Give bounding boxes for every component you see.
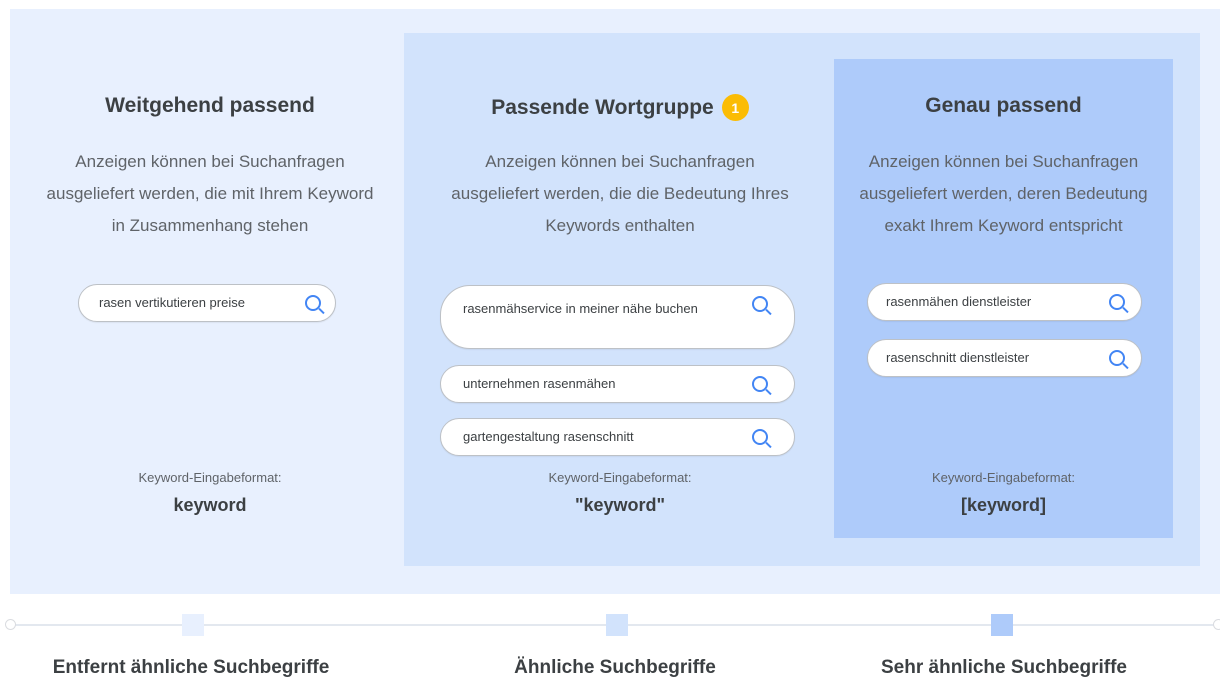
scale-label-similar: Ähnliche Suchbegriffe <box>514 657 716 678</box>
search-query-text: rasenmähen dienstleister <box>886 294 1032 309</box>
phrase-match-column: Passende Wortgruppe 1 Anzeigen können be… <box>440 0 800 560</box>
search-query-box: rasenmähservice in meiner nähe buchen <box>440 285 795 349</box>
search-query-box: rasenschnitt dienstleister <box>867 339 1142 377</box>
format-label: Keyword-Eingabeformat: <box>548 470 692 485</box>
search-icon <box>752 429 768 445</box>
search-icon <box>305 295 321 311</box>
search-query-box: unternehmen rasenmähen <box>440 365 795 403</box>
broad-match-marker <box>182 614 204 636</box>
search-query-text: rasen vertikutieren preise <box>99 295 245 310</box>
format-value: "keyword" <box>574 495 666 515</box>
format-value: [keyword] <box>960 495 1047 515</box>
exact-match-title: Genau passend <box>834 94 1173 118</box>
scale-end-dot <box>1213 619 1220 630</box>
search-icon <box>752 376 768 392</box>
broad-match-title: Weitgehend passend <box>40 94 380 118</box>
info-badge[interactable]: 1 <box>721 94 749 121</box>
search-query-text: unternehmen rasenmähen <box>463 376 616 391</box>
exact-match-column: Genau passend Anzeigen können bei Suchan… <box>834 0 1173 560</box>
search-query-box: rasenmähen dienstleister <box>867 283 1142 321</box>
phrase-match-title-text: Passende Wortgruppe <box>491 95 714 119</box>
search-icon <box>1109 294 1125 310</box>
search-query-text: rasenschnitt dienstleister <box>886 350 1030 365</box>
broad-match-column: Weitgehend passend Anzeigen können bei S… <box>40 0 380 560</box>
broad-match-title-text: Weitgehend passend <box>105 94 315 117</box>
exact-match-title-text: Genau passend <box>925 94 1082 117</box>
search-icon <box>1109 350 1125 366</box>
search-query-box: gartengestaltung rasenschnitt <box>440 418 795 456</box>
phrase-match-marker <box>606 614 628 636</box>
broad-match-description: Anzeigen können bei Suchanfragen ausgeli… <box>46 152 374 235</box>
search-icon <box>752 296 768 312</box>
format-label: Keyword-Eingabeformat: <box>931 470 1076 485</box>
match-types-diagram: Weitgehend passend Anzeigen können bei S… <box>0 0 1220 681</box>
phrase-match-description: Anzeigen können bei Suchanfragen ausgeli… <box>451 152 789 235</box>
scale-start-dot <box>5 619 16 630</box>
exact-match-description: Anzeigen können bei Suchanfragen ausgeli… <box>859 152 1148 235</box>
search-query-text: rasenmähservice in meiner nähe buchen <box>463 301 698 316</box>
scale-label-distant: Entfernt ähnliche Suchbegriffe <box>52 657 330 678</box>
scale-label-very-similar: Sehr ähnliche Suchbegriffe <box>881 657 1127 678</box>
search-query-box: rasen vertikutieren preise <box>78 284 336 322</box>
format-label: Keyword-Eingabeformat: <box>138 470 282 485</box>
exact-match-marker <box>991 614 1013 636</box>
search-query-text: gartengestaltung rasenschnitt <box>463 429 634 444</box>
format-value: keyword <box>173 495 247 515</box>
phrase-match-title: Passende Wortgruppe 1 <box>440 94 800 121</box>
